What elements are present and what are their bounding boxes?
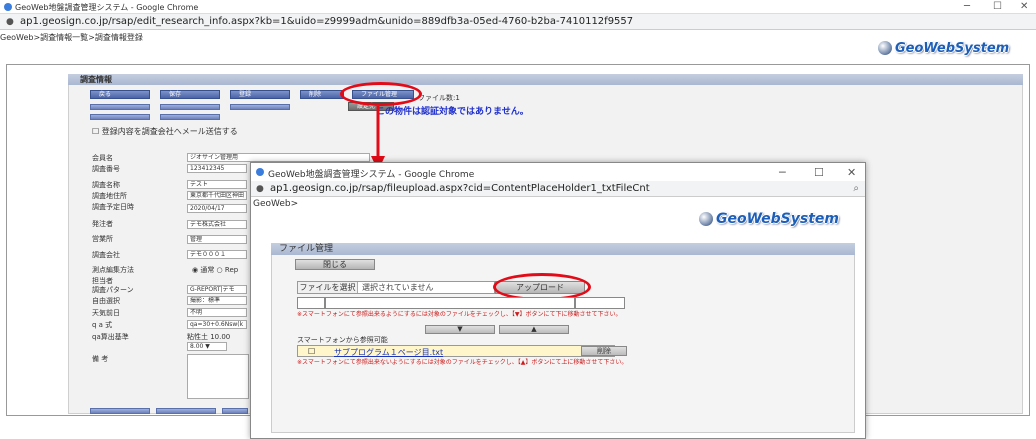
file-checkbox[interactable]: ☐ bbox=[308, 347, 315, 356]
lock-icon: ● bbox=[6, 17, 14, 27]
research-name-field[interactable]: テスト bbox=[187, 180, 247, 189]
logo-text: GeoWebSystem bbox=[716, 211, 839, 227]
remarks-textarea[interactable] bbox=[187, 354, 249, 399]
qa-formula-field[interactable]: qa=30+0.6Nsw(k bbox=[187, 320, 247, 329]
minimize-button[interactable]: ─ bbox=[964, 1, 970, 12]
lock-icon: ● bbox=[256, 184, 264, 194]
qa-basis-field[interactable]: 粘性土 10.00 bbox=[187, 332, 230, 342]
form-label: 調査会社 bbox=[92, 251, 120, 259]
maximize-button[interactable]: ☐ bbox=[993, 1, 1002, 12]
globe-icon bbox=[699, 212, 713, 226]
form-label: 調査番号 bbox=[92, 165, 120, 173]
free-select[interactable]: 撮影：標準 bbox=[187, 296, 247, 305]
popup-title-bar: GeoWeb地盤調査管理システム - Google Chrome ─ ☐ ✕ bbox=[251, 163, 865, 181]
address-field[interactable]: 東京都千代田区神田 bbox=[187, 191, 247, 200]
globe-icon bbox=[878, 41, 892, 55]
date-field[interactable]: 2020/04/17 bbox=[187, 204, 247, 213]
file-list-cell bbox=[297, 297, 325, 309]
sub-button-5[interactable] bbox=[160, 114, 220, 120]
email-checkbox[interactable]: ☐ 登録内容を調査会社へメール送信する bbox=[92, 126, 238, 137]
geoweb-logo: GeoWebSystem bbox=[699, 209, 859, 229]
form-label: 自由選択 bbox=[92, 297, 120, 305]
member-select[interactable]: ジオサイン管理用 bbox=[187, 153, 370, 162]
move-up-warning: ※スマートフォンにて参照出来ないようにするには対象のファイルをチェックし、【▲】… bbox=[297, 359, 628, 366]
file-upload-popup: GeoWeb地盤調査管理システム - Google Chrome ─ ☐ ✕ ●… bbox=[250, 162, 866, 439]
popup-breadcrumb[interactable]: GeoWeb> bbox=[253, 199, 298, 209]
close-popup-button[interactable]: 閉じる bbox=[295, 259, 375, 270]
sub-button-4[interactable] bbox=[90, 114, 150, 120]
form-label: 発注者 bbox=[92, 220, 113, 228]
sub-button-1[interactable] bbox=[90, 104, 150, 110]
certification-notice: この物件は認証対象ではありません。 bbox=[376, 107, 529, 117]
popup-url[interactable]: ap1.geosign.co.jp/rsap/fileupload.aspx?c… bbox=[270, 183, 650, 194]
main-window-title: GeoWeb地盤調査管理システム - Google Chrome bbox=[15, 3, 199, 12]
email-checkbox-label: 登録内容を調査会社へメール送信する bbox=[101, 127, 238, 136]
file-row[interactable]: ☐ サブプログラム１ページ目.txt bbox=[297, 345, 615, 357]
form-label: 会員名 bbox=[92, 154, 113, 162]
breadcrumb[interactable]: GeoWeb>調査情報一覧>調査情報登録 bbox=[0, 32, 143, 43]
main-url[interactable]: ap1.geosign.co.jp/rsap/edit_research_inf… bbox=[20, 16, 633, 27]
main-title-bar: GeoWeb地盤調査管理システム - Google Chrome ─ ☐ ✕ bbox=[0, 0, 1036, 14]
logo-text: GeoWebSystem bbox=[895, 40, 1010, 56]
move-up-button[interactable]: ▲ bbox=[499, 325, 569, 334]
file-list-cell bbox=[575, 297, 625, 309]
weather-select[interactable]: 不明 bbox=[187, 308, 247, 317]
form-label: 測点編集方法 bbox=[92, 266, 134, 274]
file-select-input[interactable]: ファイルを選択 選択されていません bbox=[297, 281, 495, 294]
form-label: 調査予定日時 bbox=[92, 203, 134, 211]
form-label: 調査パターン bbox=[92, 286, 134, 294]
research-number-field[interactable]: 123412345 bbox=[187, 164, 247, 173]
back-button[interactable]: 戻る bbox=[90, 90, 150, 99]
section-title: 調査情報 bbox=[68, 74, 1023, 85]
chrome-icon bbox=[4, 3, 12, 11]
file-manage-highlight bbox=[340, 82, 422, 106]
form-label: 天気前日 bbox=[92, 309, 120, 317]
edit-method-radio[interactable]: ◉ 通常 ○ Rep bbox=[192, 265, 238, 275]
form-label: 調査地住所 bbox=[92, 192, 127, 200]
office-field[interactable]: 管理 bbox=[187, 235, 247, 244]
popup-window-title: GeoWeb地盤調査管理システム - Google Chrome bbox=[268, 170, 475, 180]
close-button[interactable]: ✕ bbox=[1020, 1, 1028, 12]
sub-button-3[interactable] bbox=[230, 104, 290, 110]
bottom-button-1[interactable] bbox=[90, 408, 150, 414]
client-field[interactable]: デモ株式会社 bbox=[187, 220, 247, 229]
qa-value-select[interactable]: 8.00 ▼ bbox=[187, 342, 227, 351]
form-label: q a 式 bbox=[92, 321, 113, 329]
popup-minimize-button[interactable]: ─ bbox=[779, 166, 786, 179]
popup-maximize-button[interactable]: ☐ bbox=[814, 166, 824, 179]
sub-button-2[interactable] bbox=[160, 104, 220, 110]
form-label: 備 考 bbox=[92, 355, 109, 363]
main-address-bar[interactable]: ● ap1.geosign.co.jp/rsap/edit_research_i… bbox=[0, 14, 1036, 30]
company-field[interactable]: デモ０００１ bbox=[187, 250, 247, 259]
move-down-button[interactable]: ▼ bbox=[425, 325, 495, 334]
bottom-button-2[interactable] bbox=[156, 408, 216, 414]
file-select-button[interactable]: ファイルを選択 bbox=[298, 282, 358, 293]
file-link[interactable]: サブプログラム１ページ目.txt bbox=[334, 347, 443, 358]
file-list-cell bbox=[325, 297, 575, 309]
move-down-warning: ※スマートフォンにて参照出来るようにするには対象のファイルをチェックし、【▼】ボ… bbox=[297, 311, 622, 318]
file-count: ファイル数:1 bbox=[418, 94, 460, 102]
delete-button[interactable]: 削除 bbox=[300, 90, 344, 99]
form-label: qa算出基準 bbox=[92, 333, 129, 341]
popup-section-title: ファイル管理 bbox=[271, 243, 855, 255]
bottom-button-3[interactable] bbox=[222, 408, 248, 414]
form-label: 営業所 bbox=[92, 235, 113, 243]
popup-address-bar[interactable]: ● ap1.geosign.co.jp/rsap/fileupload.aspx… bbox=[251, 181, 865, 197]
register-button[interactable]: 登録 bbox=[230, 90, 290, 99]
delete-file-button[interactable]: 削除 bbox=[581, 346, 627, 356]
chrome-icon bbox=[256, 168, 264, 176]
zoom-icon[interactable]: ⌕ bbox=[853, 183, 859, 194]
save-button[interactable]: 保存 bbox=[160, 90, 220, 99]
geoweb-logo: GeoWebSystem bbox=[878, 38, 1030, 58]
smartphone-label: スマートフォンから参照可能 bbox=[297, 336, 388, 344]
popup-close-button[interactable]: ✕ bbox=[847, 166, 856, 179]
file-select-status: 選択されていません bbox=[362, 283, 434, 292]
form-label: 調査名称 bbox=[92, 181, 120, 189]
pattern-field[interactable]: G-REPORT|デモ bbox=[187, 285, 247, 294]
